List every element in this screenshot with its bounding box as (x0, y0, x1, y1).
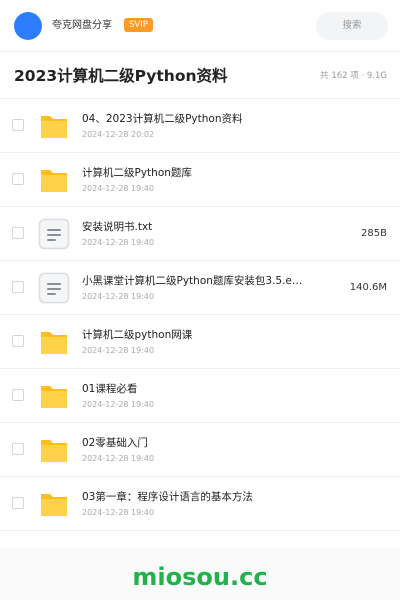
file-date: 2024-12-28 19:40 (82, 238, 155, 247)
title-bar: 2023计算机二级Python资料 共 162 项 · 9.1G (0, 52, 400, 99)
file-row[interactable]: 计算机二级Python题库 2024-12-28 19:40 (0, 153, 400, 207)
select-checkbox[interactable] (12, 335, 24, 347)
select-checkbox[interactable] (12, 443, 24, 455)
folder-icon (38, 110, 70, 142)
file-row[interactable]: 01课程必看 2024-12-28 19:40 (0, 369, 400, 423)
file-date: 2024-12-28 19:40 (82, 454, 155, 463)
search-button[interactable]: 搜索 (316, 12, 388, 40)
brand-name: 夸克网盘分享 (52, 20, 112, 31)
file-row[interactable]: 安装说明书.txt 2024-12-28 19:40 285B (0, 207, 400, 261)
header: 夸克网盘分享 SVIP 搜索 (0, 0, 400, 52)
select-checkbox[interactable] (12, 173, 24, 185)
file-size: 285B (361, 228, 387, 239)
file-size: 140.6M (349, 282, 387, 293)
select-checkbox[interactable] (12, 119, 24, 131)
file-name[interactable]: 04、2023计算机二级Python资料 (82, 112, 312, 127)
item-count: 共 162 项 · 9.1G (320, 71, 387, 81)
watermark: miosou.cc (132, 563, 268, 591)
file-name[interactable]: 计算机二级python网课 (82, 328, 312, 343)
file-date: 2024-12-28 19:40 (82, 184, 155, 193)
file-row[interactable]: 计算机二级python网课 2024-12-28 19:40 (0, 315, 400, 369)
page-title: 2023计算机二级Python资料 (14, 67, 228, 85)
file-row[interactable]: 03第一章：程序设计语言的基本方法 2024-12-28 19:40 (0, 477, 400, 531)
file-name[interactable]: 安装说明书.txt (82, 220, 312, 235)
file-row[interactable]: 小黑课堂计算机二级Python题库安装包3.5.e… 2024-12-28 19:… (0, 261, 400, 315)
folder-icon (38, 326, 70, 358)
text-file-icon (38, 272, 70, 304)
select-checkbox[interactable] (12, 281, 24, 293)
file-list: 04、2023计算机二级Python资料 2024-12-28 20:02 计算机二… (0, 99, 400, 531)
text-file-icon (38, 218, 70, 250)
select-checkbox[interactable] (12, 497, 24, 509)
select-checkbox[interactable] (12, 389, 24, 401)
file-date: 2024-12-28 19:40 (82, 292, 155, 301)
file-date: 2024-12-28 19:40 (82, 508, 155, 517)
folder-icon (38, 164, 70, 196)
svip-badge: SVIP (124, 18, 153, 32)
file-date: 2024-12-28 19:40 (82, 346, 155, 355)
avatar[interactable] (14, 12, 42, 40)
file-name[interactable]: 计算机二级Python题库 (82, 166, 312, 181)
file-name[interactable]: 02零基础入门 (82, 436, 312, 451)
select-checkbox[interactable] (12, 227, 24, 239)
file-name[interactable]: 01课程必看 (82, 382, 312, 397)
file-row[interactable]: 02零基础入门 2024-12-28 19:40 (0, 423, 400, 477)
file-name[interactable]: 03第一章：程序设计语言的基本方法 (82, 490, 312, 505)
file-row[interactable]: 04、2023计算机二级Python资料 2024-12-28 20:02 (0, 99, 400, 153)
file-date: 2024-12-28 19:40 (82, 400, 155, 409)
folder-icon (38, 380, 70, 412)
file-date: 2024-12-28 20:02 (82, 130, 155, 139)
file-name[interactable]: 小黑课堂计算机二级Python题库安装包3.5.e… (82, 274, 312, 289)
folder-icon (38, 434, 70, 466)
folder-icon (38, 488, 70, 520)
